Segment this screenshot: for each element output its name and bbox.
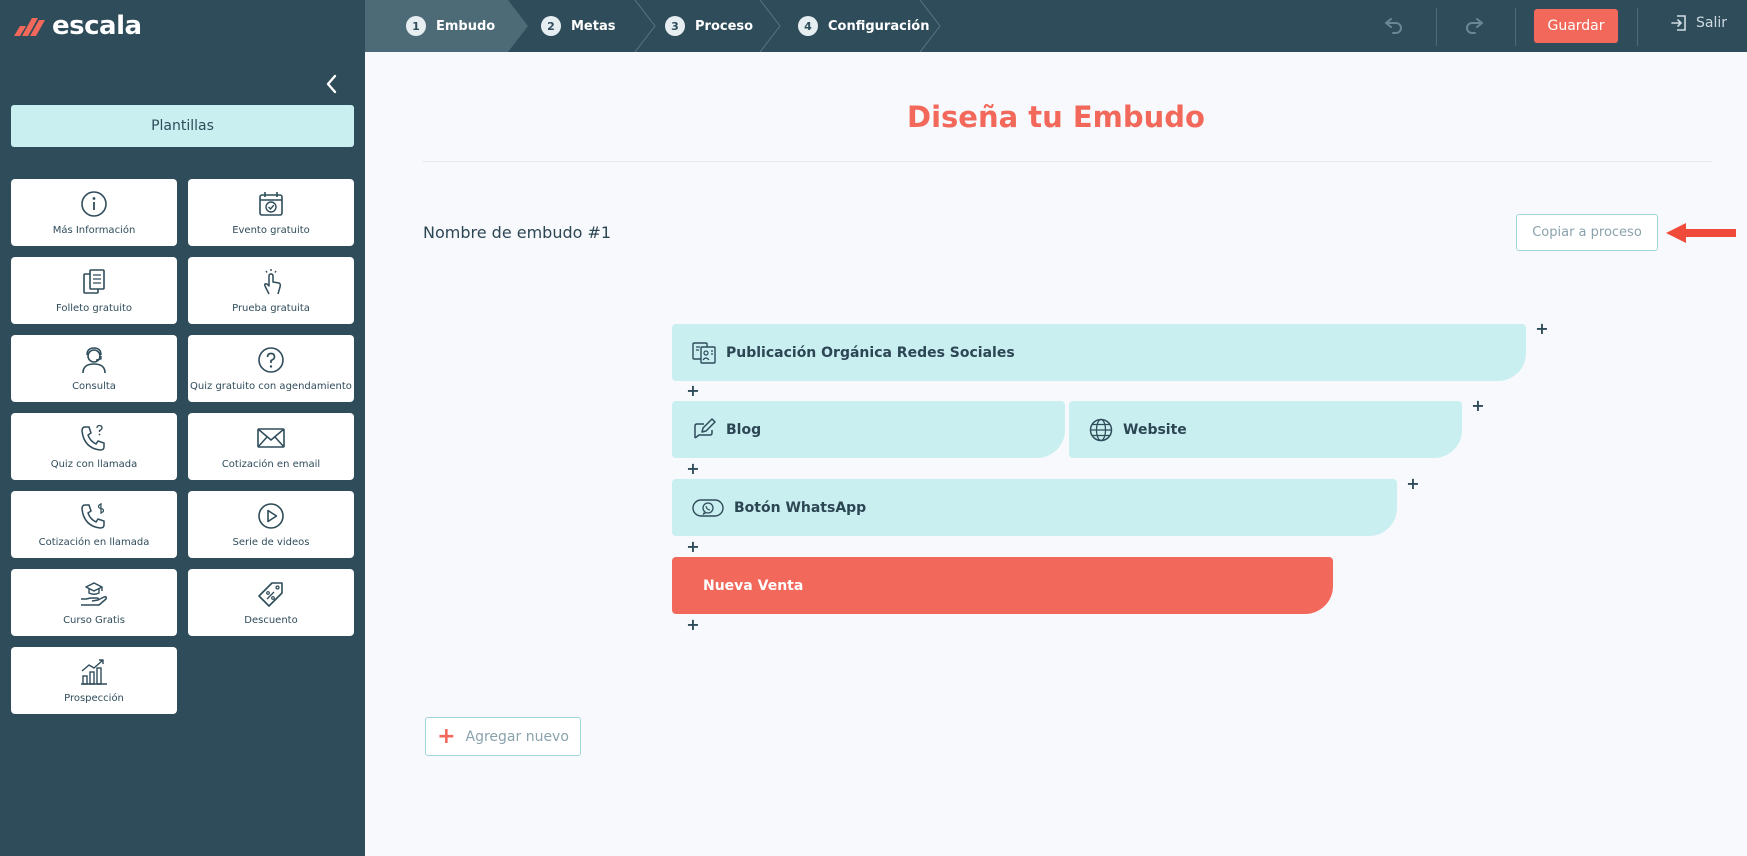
funnel-stage-label: Blog: [726, 421, 762, 438]
discount-tag-icon: [258, 582, 283, 607]
template-card-label: Cotización en email: [221, 459, 321, 470]
question-circle-icon: [258, 347, 284, 373]
play-circle-icon: [258, 503, 284, 529]
divider: [1515, 8, 1516, 46]
template-card-serie-videos[interactable]: Serie de videos: [188, 491, 354, 558]
step-number: 3: [665, 16, 685, 36]
template-card-prueba-gratuita[interactable]: Prueba gratuita: [188, 257, 354, 324]
envelope-icon: [257, 428, 285, 448]
divider: [1436, 8, 1437, 46]
step-number: 1: [406, 16, 426, 36]
whatsapp-icon: [692, 498, 724, 517]
step-label: Metas: [571, 18, 616, 34]
funnel-stage-whatsapp[interactable]: Botón WhatsApp: [672, 479, 1397, 536]
template-card-label: Más Información: [52, 225, 136, 236]
chevron-left-icon[interactable]: [322, 72, 342, 96]
step-label: Configuración: [828, 18, 930, 34]
template-card-curso-gratis[interactable]: Curso Gratis: [11, 569, 177, 636]
funnel-name[interactable]: Nombre de embudo #1: [423, 223, 611, 242]
logout-icon: [1671, 15, 1686, 31]
globe-icon: [1089, 418, 1113, 441]
template-card-quiz-gratuito-agendamiento[interactable]: Quiz gratuito con agendamiento: [188, 335, 354, 402]
top-bar: escala 1 Embudo 2 Metas 3 Proceso 4 Conf…: [0, 0, 1747, 52]
add-stage-plus[interactable]: +: [1471, 398, 1485, 414]
add-stage-plus[interactable]: +: [686, 617, 700, 633]
exit-label: Salir: [1696, 15, 1728, 31]
step-label: Proceso: [695, 18, 754, 34]
step-proceso[interactable]: 3 Proceso: [665, 0, 753, 52]
brochure-icon: [83, 269, 105, 294]
info-icon: [81, 191, 107, 217]
exit-button[interactable]: Salir: [1670, 14, 1727, 32]
plus-icon: +: [437, 723, 456, 749]
template-card-cotizacion-email[interactable]: Cotización en email: [188, 413, 354, 480]
template-card-folleto-gratuito[interactable]: Folleto gratuito: [11, 257, 177, 324]
funnel-stage-label: Publicación Orgánica Redes Sociales: [726, 344, 1015, 361]
logo: escala: [12, 10, 142, 42]
step-label: Embudo: [436, 18, 496, 34]
template-card-label: Descuento: [244, 615, 298, 626]
add-stage-plus[interactable]: +: [1406, 476, 1420, 492]
template-card-label: Folleto gratuito: [55, 303, 133, 314]
step-number: 2: [541, 16, 561, 36]
add-stage-plus[interactable]: +: [1535, 321, 1549, 337]
arrow-left-icon: [1666, 223, 1736, 243]
template-card-quiz-con-llamada[interactable]: Quiz con llamada: [11, 413, 177, 480]
copy-to-process-button[interactable]: Copiar a proceso: [1516, 214, 1658, 251]
funnel-stage-blog[interactable]: Blog: [672, 401, 1065, 458]
template-card-prospeccion[interactable]: Prospección: [11, 647, 177, 714]
templates-sidebar: Plantillas Más Información Evento gratui…: [0, 52, 365, 856]
page-title: Diseña tu Embudo: [907, 100, 1205, 134]
template-card-label: Quiz con llamada: [50, 459, 138, 470]
template-card-label: Serie de videos: [232, 537, 310, 548]
funnel-stage-website[interactable]: Website: [1069, 401, 1462, 458]
template-card-cotizacion-llamada[interactable]: Cotización en llamada: [11, 491, 177, 558]
template-card-consulta[interactable]: Consulta: [11, 335, 177, 402]
divider: [422, 161, 1712, 162]
graduation-hand-icon: [81, 582, 107, 606]
step-configuracion[interactable]: 4 Configuración: [798, 0, 929, 52]
add-new-funnel-button[interactable]: + Agregar nuevo: [425, 717, 581, 756]
template-card-label: Consulta: [72, 381, 116, 392]
undo-icon[interactable]: [1380, 13, 1406, 39]
funnel-stage-label: Botón WhatsApp: [734, 499, 867, 516]
hand-click-icon: [264, 269, 282, 295]
template-card-label: Prospección: [64, 693, 124, 704]
template-card-label: Quiz gratuito con agendamiento: [190, 381, 352, 392]
add-stage-plus[interactable]: +: [686, 383, 700, 399]
logo-mark-icon: [14, 18, 45, 36]
funnel-stage-redes-sociales[interactable]: Publicación Orgánica Redes Sociales: [672, 324, 1526, 381]
template-card-descuento[interactable]: Descuento: [188, 569, 354, 636]
consultant-icon: [82, 347, 106, 374]
templates-button[interactable]: Plantillas: [11, 105, 354, 147]
template-card-label: Prueba gratuita: [232, 303, 310, 314]
step-metas[interactable]: 2 Metas: [541, 0, 615, 52]
calendar-check-icon: [259, 192, 283, 216]
funnel-stage-label: Website: [1123, 421, 1187, 438]
add-stage-plus[interactable]: +: [686, 539, 700, 555]
add-new-label: Agregar nuevo: [465, 728, 569, 745]
phone-dollar-icon: [81, 503, 105, 529]
phone-question-icon: [81, 424, 105, 451]
social-post-icon: [692, 341, 716, 364]
template-card-label: Cotización en llamada: [38, 537, 150, 548]
template-card-label: Evento gratuito: [232, 225, 310, 236]
add-stage-plus[interactable]: +: [686, 461, 700, 477]
divider: [1637, 8, 1638, 46]
logo-text: escala: [52, 11, 142, 41]
growth-chart-icon: [81, 659, 107, 685]
redo-icon[interactable]: [1462, 13, 1488, 39]
template-card-label: Curso Gratis: [63, 615, 125, 626]
template-card-evento-gratuito[interactable]: Evento gratuito: [188, 179, 354, 246]
funnel-stage-label: Nueva Venta: [703, 577, 804, 594]
save-button[interactable]: Guardar: [1534, 9, 1618, 43]
funnel-stage-nueva-venta[interactable]: Nueva Venta: [672, 557, 1333, 614]
step-number: 4: [798, 16, 818, 36]
blog-edit-icon: [694, 417, 716, 439]
template-card-mas-informacion[interactable]: Más Información: [11, 179, 177, 246]
step-embudo[interactable]: 1 Embudo: [406, 0, 495, 52]
